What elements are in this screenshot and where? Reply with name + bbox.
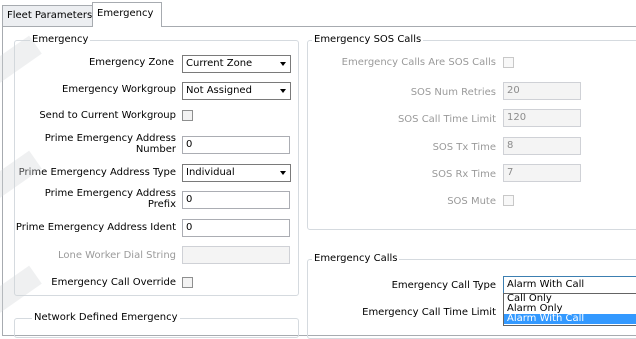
send-current-workgroup-label: Send to Current Workgroup (39, 110, 176, 121)
lone-worker-dial-string-label: Lone Worker Dial String (58, 250, 176, 261)
sos-tx-time-label: SOS Tx Time (432, 142, 496, 153)
emergency-group-title: Emergency (30, 34, 91, 46)
emergency-zone-value: Current Zone (186, 58, 253, 69)
chevron-down-icon (280, 62, 286, 66)
emergency-workgroup-label: Emergency Workgroup (62, 84, 176, 95)
emergency-call-type-select[interactable]: Alarm With Call (503, 276, 636, 294)
emergency-call-override-checkbox[interactable] (182, 277, 193, 288)
lone-worker-dial-string-input (182, 246, 290, 264)
prime-address-prefix-input[interactable]: 0 (182, 191, 290, 209)
chevron-down-icon (280, 171, 286, 175)
sos-call-time-limit-input: 120 (503, 109, 581, 127)
emergency-workgroup-value: Not Assigned (186, 85, 252, 96)
sos-calls-checkbox (503, 57, 514, 68)
emergency-call-type-dropdown-list[interactable]: Call Only Alarm Only Alarm With Call (503, 293, 636, 326)
prime-address-type-label: Prime Emergency Address Type (18, 167, 176, 178)
chevron-down-icon (280, 89, 286, 93)
emergency-call-type-value: Alarm With Call (507, 279, 585, 290)
emergency-zone-label: Emergency Zone (88, 57, 174, 68)
sos-tx-time-input: 8 (503, 137, 581, 155)
sos-calls-label: Emergency Calls Are SOS Calls (341, 57, 496, 68)
network-defined-emergency-title: Network Defined Emergency (32, 312, 180, 324)
tab-emergency[interactable]: Emergency (92, 2, 162, 27)
send-current-workgroup-checkbox[interactable] (182, 110, 193, 121)
sos-call-time-limit-label: SOS Call Time Limit (397, 114, 496, 125)
sos-mute-label: SOS Mute (447, 196, 496, 207)
emergency-sos-calls-title: Emergency SOS Calls (312, 34, 424, 46)
sos-mute-checkbox (503, 195, 514, 206)
dropdown-option-alarm-with-call[interactable]: Alarm With Call (504, 314, 636, 324)
emergency-calls-title: Emergency Calls (312, 253, 400, 265)
prime-address-number-label: Prime Emergency Address Number (44, 133, 176, 155)
prime-address-type-select[interactable]: Individual (182, 164, 291, 182)
prime-address-ident-label: Prime Emergency Address Ident (15, 222, 176, 233)
sos-num-retries-input: 20 (503, 82, 581, 100)
prime-address-ident-input[interactable]: 0 (182, 219, 290, 237)
prime-address-prefix-label: Prime Emergency Address Prefix (44, 188, 176, 210)
sos-rx-time-input: 7 (503, 164, 581, 182)
emergency-call-type-label: Emergency Call Type (391, 280, 496, 291)
emergency-zone-select[interactable]: Current Zone (182, 55, 291, 73)
tab-fleet-parameters[interactable]: Fleet Parameters (2, 5, 93, 26)
emergency-call-time-limit-label: Emergency Call Time Limit (362, 307, 496, 318)
emergency-call-override-label: Emergency Call Override (51, 277, 176, 288)
sos-rx-time-label: SOS Rx Time (431, 169, 496, 180)
emergency-workgroup-select[interactable]: Not Assigned (182, 82, 291, 100)
prime-address-type-value: Individual (186, 167, 235, 178)
sos-num-retries-label: SOS Num Retries (410, 87, 496, 98)
prime-address-number-input[interactable]: 0 (182, 136, 290, 154)
